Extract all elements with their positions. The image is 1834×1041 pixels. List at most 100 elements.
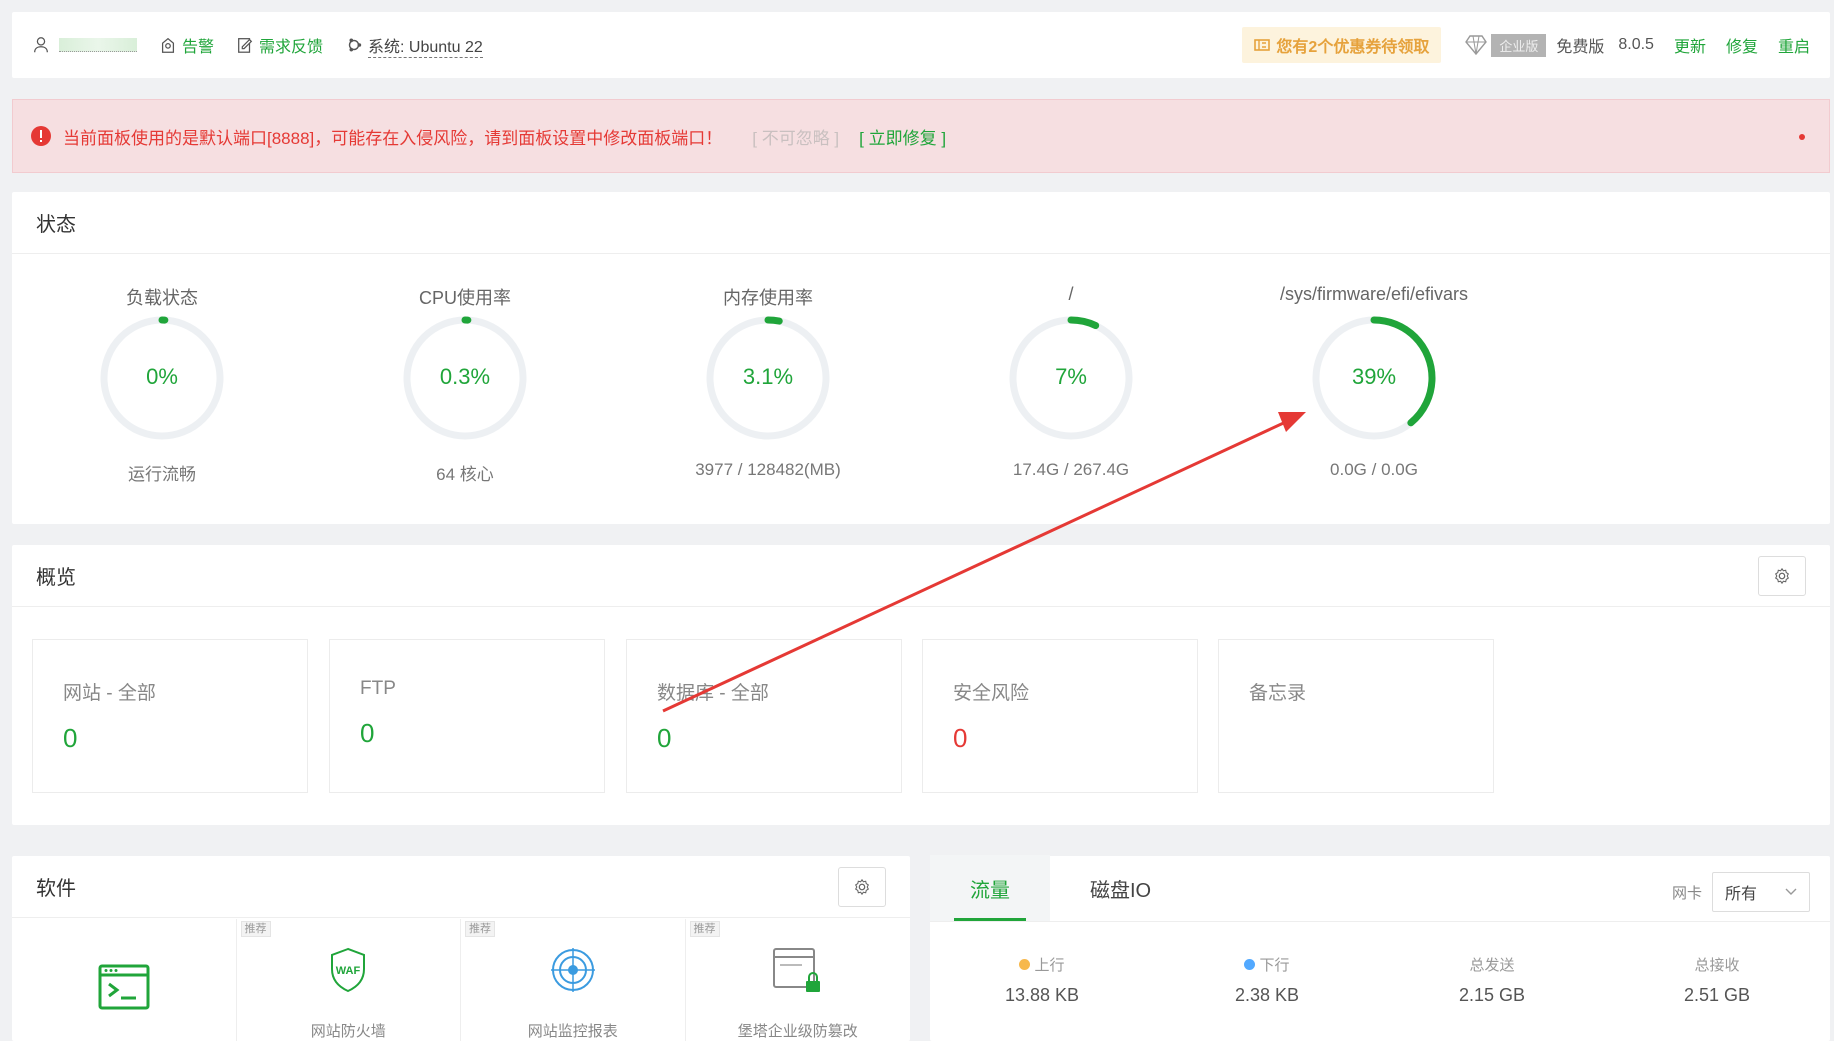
stat-download: 下行 2.38 KB [1167,954,1367,1006]
overview-settings-button[interactable] [1758,556,1806,596]
status-title: 状态 [12,192,1830,254]
traffic-tabs: 流量 磁盘IO 网卡 所有 [930,855,1830,922]
software-tamper-proof[interactable]: 推荐 堡塔企业级防篡改 [686,919,911,1041]
username-redacted [59,38,137,52]
enterprise-label: 企业版 [1491,33,1547,57]
alarm-label: 告警 [182,39,215,56]
coupon-button[interactable]: 您有2个优惠券待领取 [1242,27,1442,63]
gauge-value: 39% [1351,364,1397,389]
feedback-label: 需求反馈 [259,39,324,56]
overview-ftp[interactable]: FTP 0 [329,639,605,793]
gear-icon [854,878,870,896]
system-label: 系统: Ubuntu 22 [368,33,483,58]
waf-shield-icon: WAF [331,947,366,993]
stat-label: 上行 [1034,957,1065,974]
tab-traffic[interactable]: 流量 [930,855,1050,921]
overview-panel: 概览 网站 - 全部 0 FTP 0 数据库 - 全部 0 安全风险 0 备忘录 [12,545,1830,825]
edit-icon [238,38,253,53]
gauge-title: / [1068,284,1074,304]
upload-dot [1019,959,1031,970]
status-panel: 状态 负载状态 0% 运行流畅 CPU使用率 0.3% 64 核心 内存使用率 … [12,192,1830,524]
software-name: 网站监控报表 [527,1023,618,1040]
software-header: 软件 [12,856,910,918]
overview-header: 概览 [12,545,1830,607]
overview-value[interactable]: 0 [360,718,574,749]
warning-dot [1799,134,1805,140]
stat-value: 13.88 KB [1004,985,1080,1005]
update-link[interactable]: 更新 [1674,33,1706,57]
gauge-title: CPU使用率 [418,288,511,308]
feedback-link[interactable]: 需求反馈 [236,33,323,57]
gauge-row: 负载状态 0% 运行流畅 CPU使用率 0.3% 64 核心 内存使用率 3.1… [12,254,1830,524]
stat-total-sent: 总发送 2.15 GB [1392,954,1592,1006]
overview-value[interactable]: 0 [63,723,277,754]
stat-value: 2.51 GB [1683,985,1751,1005]
gauge-sub: 0.0G / 0.0G [1330,460,1418,479]
software-name: 堡塔企业级防篡改 [737,1023,858,1040]
stat-label: 总发送 [1469,957,1515,974]
edition-label: 免费版 [1556,39,1605,56]
overview-value[interactable]: 0 [657,723,871,754]
overview-label: FTP [360,678,396,699]
recommend-tag: 推荐 [689,921,720,937]
traffic-stats: 上行 13.88 KB 下行 2.38 KB 总发送 2.15 GB 总接收 2… [930,922,1830,1040]
software-terminal[interactable] [12,919,237,1041]
overview-sites[interactable]: 网站 - 全部 0 [32,639,308,793]
overview-databases[interactable]: 数据库 - 全部 0 [626,639,902,793]
coupon-label: 您有2个优惠券待领取 [1276,39,1430,56]
warning-message: 当前面板使用的是默认端口[8888]，可能存在入侵风险，请到面板设置中修改面板端… [63,128,723,148]
overview-label: 数据库 - 全部 [657,683,769,704]
terminal-icon [98,964,150,1010]
software-name: 网站防火墙 [310,1023,386,1040]
gauge-value: 0% [146,364,178,389]
system-info[interactable]: 系统: Ubuntu 22 [345,33,483,58]
gauge-value: 0.3% [439,364,491,389]
nic-label: 网卡 [1671,884,1702,902]
top-bar: 告警 需求反馈 系统: Ubuntu 22 您有2个优惠券待领取 企业版 免费版… [12,12,1830,78]
overview-value[interactable]: 0 [953,723,1167,754]
gauge-title: /sys/firmware/efi/efivars [1279,284,1469,304]
software-settings-button[interactable] [838,867,886,907]
chevron-down-icon [1785,888,1797,895]
alert-icon [31,126,51,146]
user-icon [34,37,48,53]
gauge-value: 3.1% [742,364,794,389]
software-waf[interactable]: 推荐 WAF 网站防火墙 [237,919,461,1041]
locked-window-icon [772,948,820,992]
coupon-icon [1254,39,1271,51]
stat-value: 2.38 KB [1234,985,1300,1005]
download-dot [1244,959,1256,970]
overview-label: 安全风险 [953,683,1030,704]
svg-text:WAF: WAF [336,965,361,977]
overview-label: 网站 - 全部 [63,683,156,704]
stat-label: 下行 [1259,957,1290,974]
fix-now-link[interactable]: [ 立即修复 ] [859,124,946,149]
nic-filter: 网卡 所有 [1672,872,1810,912]
nic-value: 所有 [1725,886,1758,903]
alarm-icon [161,37,175,53]
gauge-sub: 3977 / 128482(MB) [695,460,841,479]
stat-value: 2.15 GB [1458,985,1526,1005]
repair-link[interactable]: 修复 [1726,33,1758,57]
enterprise-badge[interactable]: 企业版 [1463,33,1547,57]
overview-security-risk[interactable]: 安全风险 0 [922,639,1198,793]
restart-link[interactable]: 重启 [1778,33,1810,57]
alarm-link[interactable]: 告警 [159,33,214,57]
traffic-panel: 流量 磁盘IO 网卡 所有 上行 13.88 KB 下行 2.38 KB 总发送… [930,855,1830,1041]
overview-memo[interactable]: 备忘录 [1218,639,1494,793]
ignore-label: [ 不可忽略 ] [752,128,840,148]
user-account[interactable] [32,36,137,54]
gauge-sub: 17.4G / 267.4G [1012,460,1130,479]
software-title: 软件 [36,878,76,900]
nic-select[interactable]: 所有 [1712,872,1810,912]
software-grid: 推荐 WAF 网站防火墙 推荐 网站监控报表 推荐 堡塔企业级防篡改 [12,919,910,1041]
diamond-icon [1465,35,1488,56]
tab-disk-io[interactable]: 磁盘IO [1050,855,1191,921]
version-label: 8.0.5 [1618,36,1654,53]
overview-title: 概览 [36,567,76,589]
stat-label: 总接收 [1694,957,1740,974]
port-warning-banner: 当前面板使用的是默认端口[8888]，可能存在入侵风险，请到面板设置中修改面板端… [12,99,1830,173]
gauge-sub: 64 核心 [436,465,494,484]
recommend-tag: 推荐 [240,921,271,937]
software-monitor-report[interactable]: 推荐 网站监控报表 [461,919,686,1041]
